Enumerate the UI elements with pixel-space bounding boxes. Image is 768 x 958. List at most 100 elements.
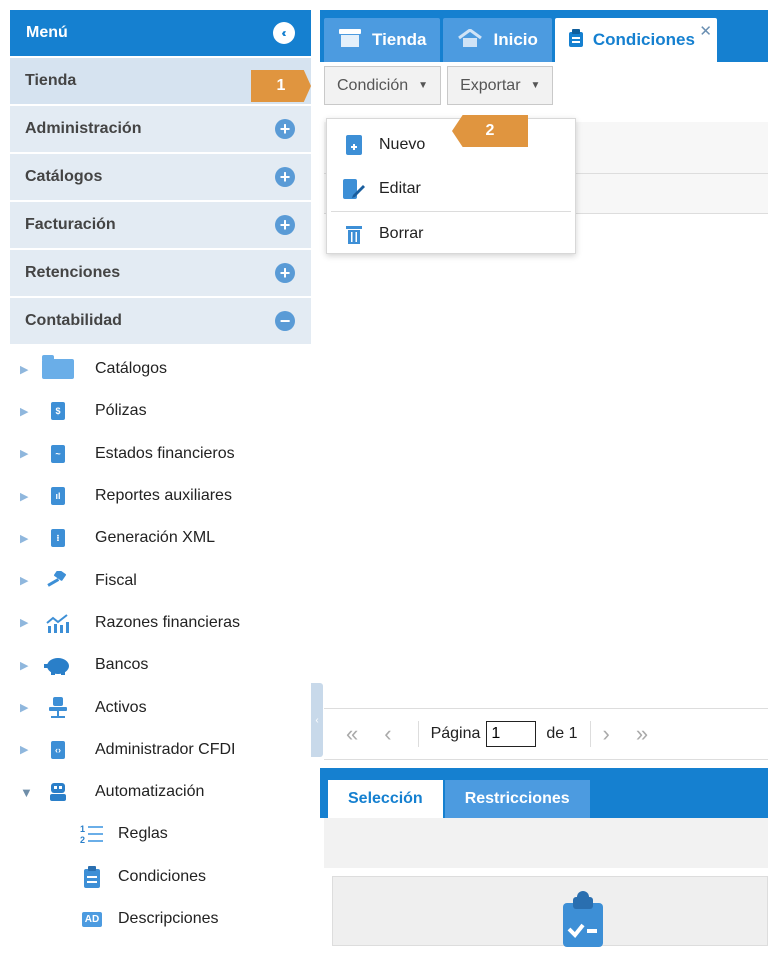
next-page-icon[interactable]: › bbox=[603, 721, 610, 747]
minus-icon[interactable]: − bbox=[275, 311, 295, 331]
tree-item-label: Reglas bbox=[118, 825, 168, 843]
expand-arrow-icon[interactable]: ▶ bbox=[10, 490, 38, 503]
plus-icon[interactable]: + bbox=[275, 167, 295, 187]
tab-bar: Tienda Inicio Condiciones ✕ bbox=[320, 10, 768, 62]
selection-toolbar-area bbox=[324, 818, 768, 868]
expand-arrow-icon[interactable]: ▶ bbox=[10, 405, 38, 418]
plus-icon[interactable]: + bbox=[275, 215, 295, 235]
menu-item-label: Nuevo bbox=[379, 136, 426, 153]
section-label: Catálogos bbox=[25, 168, 103, 185]
plus-icon[interactable]: + bbox=[275, 263, 295, 283]
expand-arrow-icon[interactable]: ▶ bbox=[10, 659, 38, 672]
svg-text:1: 1 bbox=[80, 824, 85, 834]
expand-arrow-icon[interactable]: ▶ bbox=[10, 532, 38, 545]
collapse-sidebar-icon[interactable]: ‹‹ bbox=[273, 22, 295, 44]
first-page-icon[interactable]: « bbox=[346, 721, 358, 747]
tree-item-label: Reportes auxiliares bbox=[95, 487, 232, 505]
expand-arrow-icon[interactable]: ▶ bbox=[10, 574, 38, 587]
expand-arrow-icon[interactable]: ▶ bbox=[10, 447, 38, 460]
caret-down-icon: ▼ bbox=[530, 80, 541, 91]
menu-item-nuevo[interactable]: Nuevo bbox=[327, 123, 575, 167]
tree-item-razones-financieras[interactable]: ▶ Razones financieras bbox=[10, 602, 311, 644]
tree-item-reglas[interactable]: 12 Reglas bbox=[10, 813, 311, 855]
tree-item-condiciones[interactable]: Condiciones bbox=[10, 856, 311, 898]
last-page-icon[interactable]: » bbox=[636, 721, 648, 747]
tab-seleccion[interactable]: Selección bbox=[328, 780, 443, 818]
tab-inicio[interactable]: Inicio bbox=[443, 18, 552, 62]
tab-tienda[interactable]: Tienda bbox=[324, 18, 441, 62]
tree-item-label: Administrador CFDI bbox=[95, 740, 236, 758]
expand-arrow-icon[interactable]: ▶ bbox=[10, 363, 38, 376]
pager-separator bbox=[589, 721, 591, 747]
tab-restricciones[interactable]: Restricciones bbox=[444, 780, 590, 818]
home-icon bbox=[457, 27, 483, 52]
tree-item-estados-financieros[interactable]: ▶ ~ Estados financieros bbox=[10, 433, 311, 475]
main-panel: Tienda Inicio Condiciones ✕ Condición ▼ … bbox=[320, 10, 768, 947]
document-chart-icon: ~ bbox=[38, 444, 78, 463]
document-dollar-icon: $ bbox=[38, 402, 78, 421]
toolbar: Condición ▼ Exportar ▼ bbox=[324, 66, 559, 105]
tree-item-activos[interactable]: ▶ Activos bbox=[10, 686, 311, 728]
tree-item-label: Pólizas bbox=[95, 402, 147, 420]
contabilidad-tree: ▶ Catálogos ▶ $ Pólizas ▶ ~ Estados fina… bbox=[10, 344, 311, 940]
condition-button-label: Condición bbox=[337, 76, 409, 94]
condition-menu-button[interactable]: Condición ▼ bbox=[324, 66, 442, 105]
subtab-label: Selección bbox=[348, 790, 423, 807]
tree-item-bancos[interactable]: ▶ Bancos bbox=[10, 644, 311, 686]
section-catalogos[interactable]: Catálogos + bbox=[10, 152, 311, 200]
tab-condiciones[interactable]: Condiciones ✕ bbox=[554, 18, 717, 62]
menu-item-borrar[interactable]: Borrar bbox=[327, 212, 575, 256]
section-label: Contabilidad bbox=[25, 312, 122, 329]
section-retenciones[interactable]: Retenciones + bbox=[10, 248, 311, 296]
expand-arrow-icon[interactable]: ▶ bbox=[10, 743, 38, 756]
tree-item-catalogos[interactable]: ▶ Catálogos bbox=[10, 348, 311, 390]
expand-arrow-icon[interactable]: ▶ bbox=[10, 701, 38, 714]
plus-icon[interactable]: + bbox=[275, 119, 295, 139]
section-label: Tienda bbox=[25, 72, 77, 89]
edit-document-icon bbox=[343, 179, 365, 199]
tree-item-reportes-auxiliares[interactable]: ▶ ıl Reportes auxiliares bbox=[10, 475, 311, 517]
tree-item-label: Activos bbox=[95, 698, 147, 716]
tree-item-label: Fiscal bbox=[95, 571, 137, 589]
ad-badge-icon: AD bbox=[80, 911, 104, 927]
sidebar-menu: Menú ‹‹ Tienda Administración + Catálogo… bbox=[10, 10, 311, 945]
tab-label: Tienda bbox=[372, 30, 427, 49]
trash-icon bbox=[343, 224, 365, 244]
close-tab-icon[interactable]: ✕ bbox=[699, 22, 712, 40]
page-number-input[interactable] bbox=[486, 721, 537, 747]
menu-item-label: Editar bbox=[379, 180, 421, 197]
new-document-icon bbox=[343, 135, 365, 155]
menu-header: Menú ‹‹ bbox=[10, 10, 311, 56]
tree-item-label: Descripciones bbox=[118, 910, 219, 927]
tree-item-fiscal[interactable]: ▶ Fiscal bbox=[10, 559, 311, 601]
section-administracion[interactable]: Administración + bbox=[10, 104, 311, 152]
tab-label: Condiciones bbox=[592, 30, 695, 49]
tree-item-administrador-cfdi[interactable]: ▶ ‹› Administrador CFDI bbox=[10, 729, 311, 771]
menu-item-editar[interactable]: Editar bbox=[327, 167, 575, 211]
collapse-arrow-icon[interactable]: ▼ bbox=[10, 785, 38, 800]
tree-item-generacion-xml[interactable]: ▶ ⁝ Generación XML bbox=[10, 517, 311, 559]
document-bars-icon: ıl bbox=[38, 487, 78, 506]
tree-item-label: Generación XML bbox=[95, 529, 216, 547]
previous-page-icon[interactable]: ‹ bbox=[384, 721, 391, 747]
tree-item-polizas[interactable]: ▶ $ Pólizas bbox=[10, 390, 311, 432]
page-total-label: de 1 bbox=[546, 725, 578, 742]
trend-chart-icon bbox=[38, 613, 78, 633]
condition-card[interactable] bbox=[332, 876, 768, 947]
svg-text:2: 2 bbox=[80, 835, 85, 845]
step-2-badge: 2 bbox=[452, 115, 528, 147]
tree-item-automatizacion[interactable]: ▼ Automatización bbox=[10, 771, 311, 813]
section-facturacion[interactable]: Facturación + bbox=[10, 200, 311, 248]
robot-icon bbox=[38, 781, 78, 803]
numbered-list-icon: 12 bbox=[80, 823, 104, 845]
tree-item-label: Bancos bbox=[95, 656, 149, 674]
tree-item-label: Razones financieras bbox=[95, 613, 240, 631]
ad-badge-text: AD bbox=[81, 911, 103, 927]
folder-icon bbox=[38, 355, 78, 380]
section-contabilidad[interactable]: Contabilidad − bbox=[10, 296, 311, 344]
pager-separator bbox=[417, 721, 419, 747]
section-label: Administración bbox=[25, 120, 142, 137]
export-menu-button[interactable]: Exportar ▼ bbox=[447, 66, 554, 105]
tree-item-descripciones[interactable]: AD Descripciones bbox=[10, 898, 311, 940]
expand-arrow-icon[interactable]: ▶ bbox=[10, 616, 38, 629]
